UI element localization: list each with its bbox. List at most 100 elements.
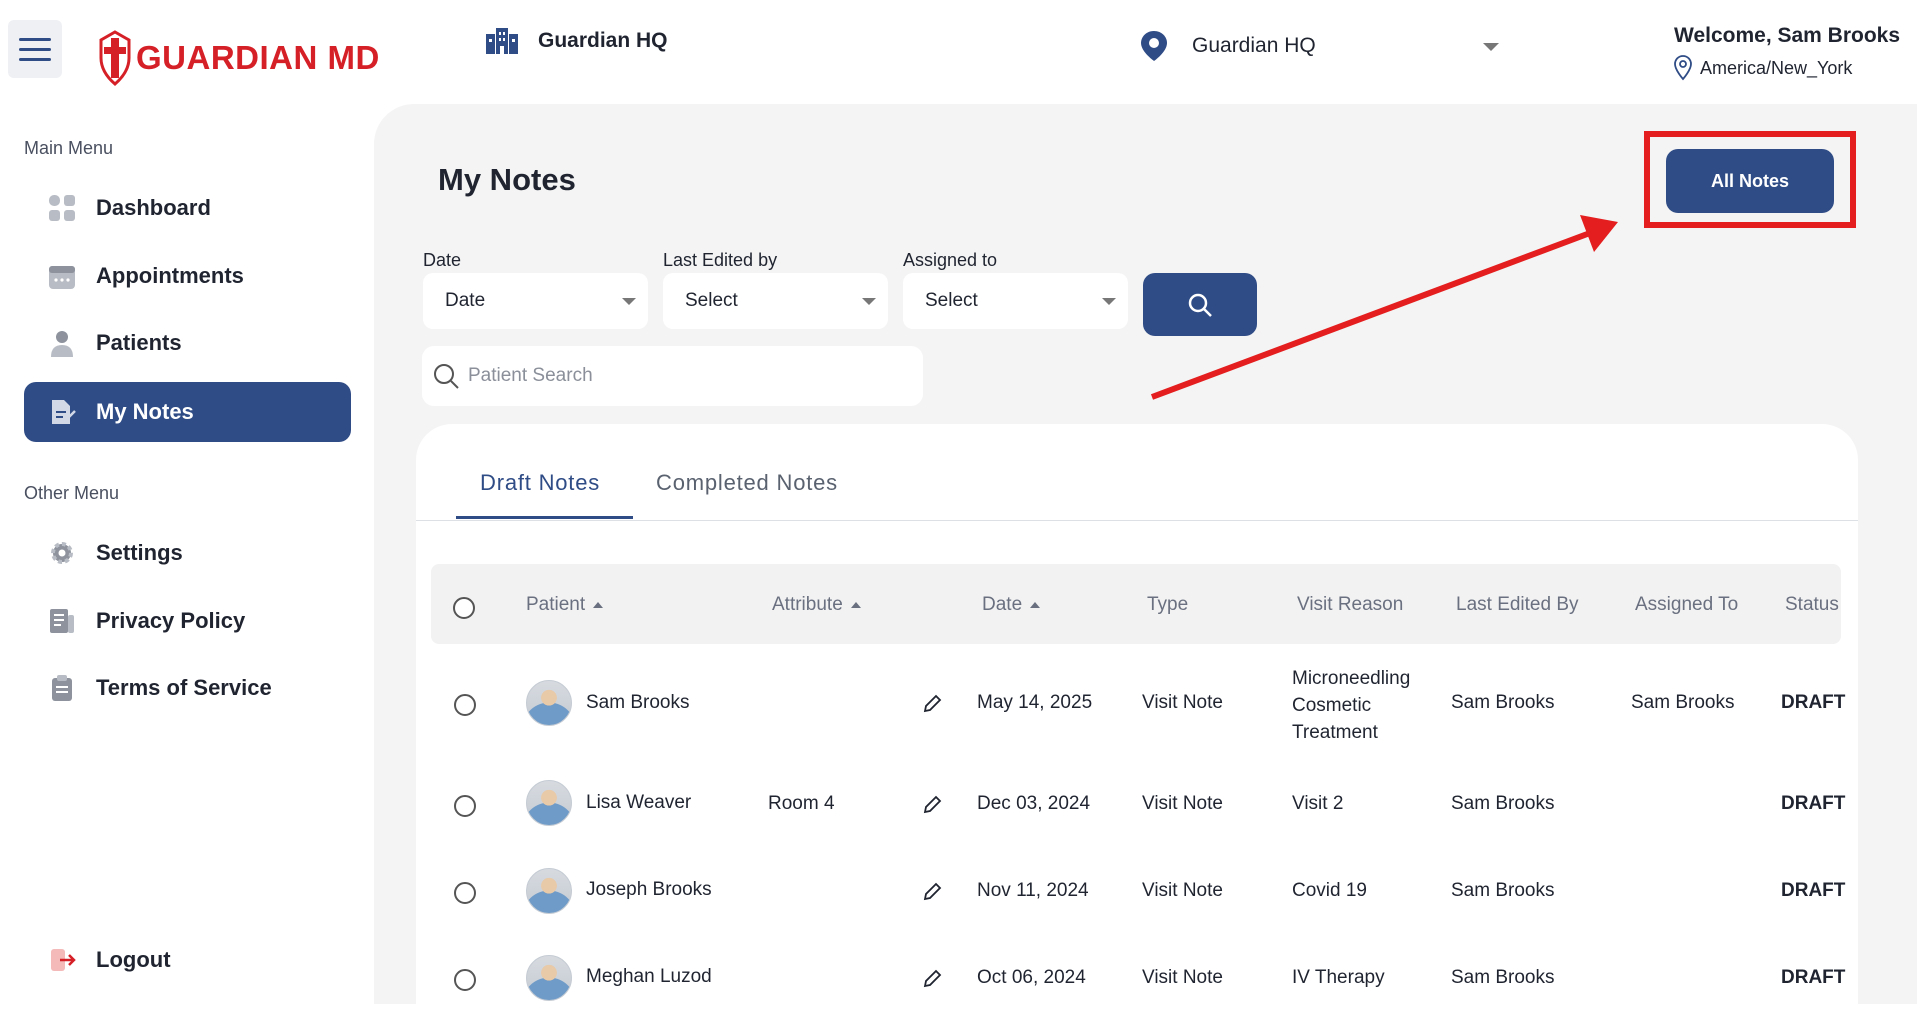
location-select-value: Guardian HQ [1192, 34, 1316, 57]
search-icon [434, 364, 459, 389]
last-edited-by: Sam Brooks [1451, 793, 1555, 814]
assigned-to: Sam Brooks [1631, 692, 1735, 713]
last-edited-by: Sam Brooks [1451, 880, 1555, 901]
clipboard-icon [48, 674, 76, 702]
note-date: Nov 11, 2024 [977, 880, 1089, 901]
active-tab-indicator [456, 516, 633, 519]
assigned-filter-value: Select [925, 290, 978, 311]
note-type: Visit Note [1142, 967, 1223, 988]
sidebar-item-my-notes[interactable]: My Notes [24, 382, 351, 442]
pencil-icon[interactable] [922, 882, 942, 902]
sidebar-item-label: Terms of Service [96, 675, 272, 700]
date-filter-select[interactable]: Date [423, 273, 648, 329]
patient-search-field[interactable] [422, 346, 923, 406]
table-header [431, 564, 1841, 644]
patient-name[interactable]: Sam Brooks [586, 692, 689, 714]
sidebar-item-dashboard[interactable]: Dashboard [24, 178, 351, 238]
date-filter-value: Date [445, 290, 486, 311]
row-select-radio[interactable] [454, 795, 476, 817]
pencil-icon[interactable] [922, 694, 942, 714]
column-header-patient[interactable]: Patient [526, 594, 604, 616]
column-header-visit-reason: Visit Reason [1297, 594, 1404, 615]
sidebar-item-settings[interactable]: Settings [24, 523, 351, 583]
date-filter-label: Date [423, 250, 462, 270]
sidebar-item-privacy-policy[interactable]: Privacy Policy [24, 591, 351, 651]
notes-icon [48, 398, 76, 426]
document-icon [48, 607, 76, 635]
timezone-display: America/New_York [1674, 55, 1852, 81]
patient-name[interactable]: Meghan Luzod [586, 966, 712, 988]
last-edited-filter-value: Select [685, 290, 738, 311]
hamburger-menu-button[interactable] [8, 20, 62, 78]
status-badge: DRAFT [1781, 793, 1846, 814]
page-title: My Notes [438, 162, 576, 197]
avatar [526, 955, 572, 1001]
sort-up-icon [850, 602, 861, 608]
search-button[interactable] [1143, 273, 1257, 336]
patient-search-input[interactable] [468, 365, 908, 387]
last-edited-filter-select[interactable]: Select [663, 273, 888, 329]
avatar [526, 868, 572, 914]
sidebar-item-terms-of-service[interactable]: Terms of Service [24, 658, 351, 718]
assigned-filter-select[interactable]: Select [903, 273, 1128, 329]
logout-icon [48, 946, 76, 974]
note-date: Oct 06, 2024 [977, 967, 1086, 988]
calendar-icon [48, 262, 76, 290]
avatar [526, 680, 572, 726]
sidebar-item-label: Privacy Policy [96, 608, 246, 633]
row-select-radio[interactable] [454, 694, 476, 716]
chevron-down-icon[interactable] [1483, 43, 1499, 51]
organization-name: Guardian HQ [486, 28, 668, 54]
patient-name[interactable]: Joseph Brooks [586, 879, 712, 901]
menu-line [19, 57, 51, 61]
patient-name[interactable]: Lisa Weaver [586, 792, 691, 814]
menu-line [19, 37, 51, 41]
avatar [526, 780, 572, 826]
select-all-radio[interactable] [453, 597, 475, 619]
column-header-assigned-to: Assigned To [1635, 594, 1739, 615]
logo-text: GUARDIAN MD [136, 39, 380, 76]
visit-reason: IV Therapy [1292, 967, 1385, 988]
pencil-icon[interactable] [922, 795, 942, 815]
location-pin-icon [1141, 31, 1167, 61]
status-badge: DRAFT [1781, 692, 1846, 713]
menu-line [19, 47, 51, 51]
sidebar-item-appointments[interactable]: Appointments [24, 246, 351, 306]
column-header-date[interactable]: Date [982, 594, 1041, 616]
sort-up-icon [593, 602, 604, 608]
shield-cross-icon [99, 30, 131, 86]
sort-up-icon [1030, 602, 1041, 608]
sidebar-item-label: Appointments [96, 263, 244, 288]
tab-completed-notes[interactable]: Completed Notes [656, 470, 838, 496]
last-edited-by: Sam Brooks [1451, 967, 1555, 988]
sidebar-item-label: Patients [96, 330, 182, 355]
status-badge: DRAFT [1781, 880, 1846, 901]
column-header-type: Type [1147, 594, 1189, 615]
assigned-filter-label: Assigned to [903, 250, 998, 270]
main-menu-heading: Main Menu [24, 138, 114, 158]
notes-card [416, 424, 1858, 1024]
note-date: May 14, 2025 [977, 692, 1093, 713]
location-select[interactable]: Guardian HQ [1140, 28, 1500, 64]
row-select-radio[interactable] [454, 882, 476, 904]
logout-label: Logout [96, 947, 171, 972]
building-icon [486, 28, 518, 54]
row-select-radio[interactable] [454, 969, 476, 991]
pencil-icon[interactable] [922, 969, 942, 989]
note-date: Dec 03, 2024 [977, 793, 1091, 814]
sidebar-item-patients[interactable]: Patients [24, 313, 351, 373]
column-header-attribute[interactable]: Attribute [772, 594, 861, 616]
sidebar-item-label: My Notes [96, 399, 194, 424]
note-type: Visit Note [1142, 793, 1223, 814]
visit-reason: Covid 19 [1292, 880, 1367, 901]
logout-button[interactable]: Logout [24, 930, 351, 990]
organization-label: Guardian HQ [538, 29, 668, 52]
sidebar-item-label: Dashboard [96, 195, 211, 220]
chevron-down-icon [862, 298, 876, 305]
last-edited-by: Sam Brooks [1451, 692, 1555, 713]
status-badge: DRAFT [1781, 967, 1846, 988]
tab-draft-notes[interactable]: Draft Notes [480, 470, 600, 496]
dashboard-icon [48, 194, 76, 222]
note-type: Visit Note [1142, 880, 1223, 901]
search-icon [1188, 293, 1212, 317]
